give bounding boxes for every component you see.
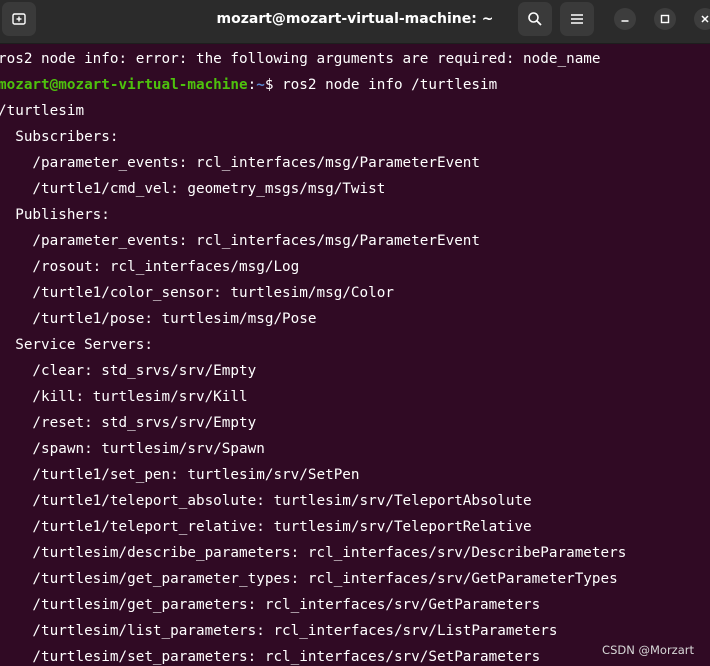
maximize-icon	[660, 14, 670, 24]
error-line: ros2 node info: error: the following arg…	[0, 51, 601, 67]
window-title: mozart@mozart-virtual-machine: ~	[216, 11, 494, 27]
terminal-window: mozart@mozart-virtual-machine: ~ ros2 no…	[0, 0, 710, 666]
close-button[interactable]	[694, 8, 710, 30]
output-line: /clear: std_srvs/srv/Empty	[0, 363, 257, 379]
maximize-button[interactable]	[654, 8, 676, 30]
close-icon	[701, 15, 709, 23]
output-line: /turtlesim/get_parameter_types: rcl_inte…	[0, 571, 618, 587]
output-line: /turtlesim	[0, 103, 85, 119]
command-text: ros2 node info /turtlesim	[282, 77, 498, 93]
output-line: Subscribers:	[0, 129, 119, 145]
output-line: /turtlesim/get_parameters: rcl_interface…	[0, 597, 541, 613]
output-line: /turtlesim/describe_parameters: rcl_inte…	[0, 545, 627, 561]
menu-button[interactable]	[560, 2, 594, 36]
prompt-symbol: $	[264, 77, 283, 93]
terminal-output[interactable]: ros2 node info: error: the following arg…	[0, 46, 710, 666]
output-line: /turtle1/teleport_absolute: turtlesim/sr…	[0, 493, 532, 509]
command-output: /turtlesim Subscribers: /parameter_event…	[0, 98, 710, 666]
minimize-icon	[621, 20, 629, 22]
output-line: /kill: turtlesim/srv/Kill	[0, 389, 248, 405]
hamburger-menu-icon	[571, 14, 583, 24]
search-button[interactable]	[518, 2, 552, 36]
search-icon	[528, 12, 542, 26]
output-line: /turtle1/color_sensor: turtlesim/msg/Col…	[0, 285, 394, 301]
output-line: Publishers:	[0, 207, 110, 223]
output-line: /spawn: turtlesim/srv/Spawn	[0, 441, 265, 457]
output-line: /rosout: rcl_interfaces/msg/Log	[0, 259, 300, 275]
output-line: /turtle1/cmd_vel: geometry_msgs/msg/Twis…	[0, 181, 386, 197]
minimize-button[interactable]	[614, 8, 636, 30]
output-line: /turtlesim/list_parameters: rcl_interfac…	[0, 623, 558, 639]
output-line: /parameter_events: rcl_interfaces/msg/Pa…	[0, 233, 481, 249]
output-line: /turtle1/pose: turtlesim/msg/Pose	[0, 311, 317, 327]
prompt-line: mozart@mozart-virtual-machine:~$ ros2 no…	[0, 72, 710, 98]
prompt-path: ~	[256, 77, 265, 93]
output-line: /turtle1/set_pen: turtlesim/srv/SetPen	[0, 467, 360, 483]
title-bar: mozart@mozart-virtual-machine: ~	[0, 0, 710, 44]
output-line: /reset: std_srvs/srv/Empty	[0, 415, 257, 431]
output-line: Service Servers:	[0, 337, 153, 353]
output-line: /turtle1/teleport_relative: turtlesim/sr…	[0, 519, 532, 535]
output-line: /parameter_events: rcl_interfaces/msg/Pa…	[0, 155, 481, 171]
prompt-separator: :	[247, 77, 257, 93]
watermark: CSDN @Morzart	[602, 643, 694, 657]
prompt-user-host: mozart@mozart-virtual-machine	[0, 77, 248, 93]
